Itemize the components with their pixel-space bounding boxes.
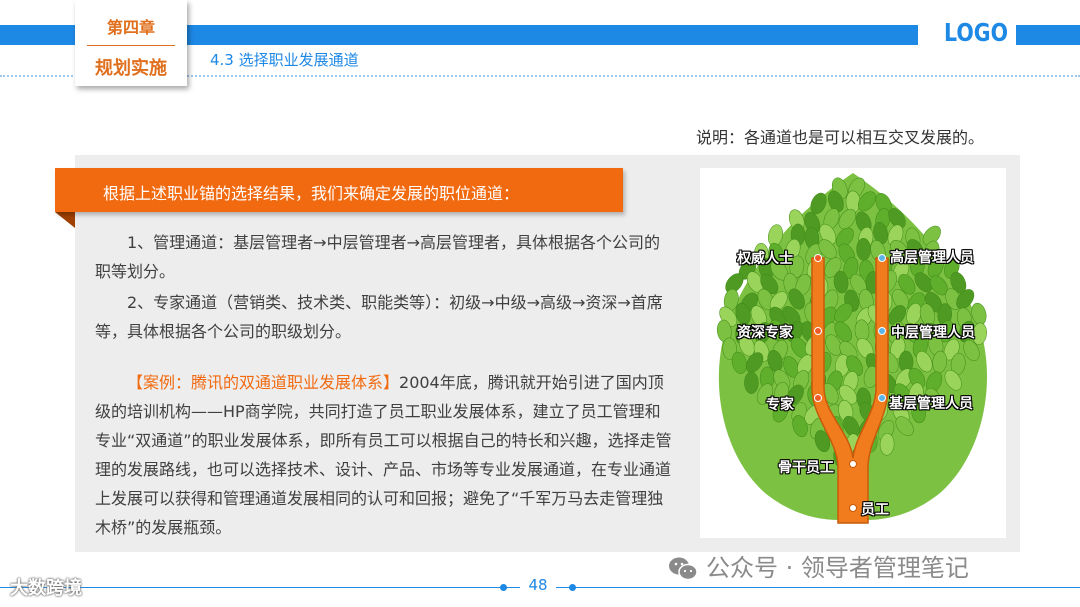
label-employee: 员工 — [861, 502, 889, 518]
case-title: 【案例：腾讯的双通道职业发展体系】 — [127, 373, 400, 392]
paragraph-expert-text: 2、专家通道（营销类、技术类、职能类等）：初级→中级→高级→资深→首席等，具体根… — [95, 293, 663, 341]
wechat-icon — [669, 557, 698, 581]
banner-text: 根据上述职业锚的选择结果，我们来确定发展的职位通道： — [103, 184, 520, 203]
leaf — [744, 371, 759, 394]
paragraph-management-text: 1、管理通道：基层管理者→中层管理者→高层管理者，具体根据各个公司的职等划分。 — [95, 233, 660, 281]
label-senior-mgmt: 高层管理人员 — [890, 250, 974, 266]
watermark-right: 公众号 · 领导者管理笔记 — [668, 548, 969, 583]
paragraph-case: 【案例：腾讯的双通道职业发展体系】2004年底，腾讯就开始引进了国内顶级的培训机… — [95, 368, 675, 542]
banner: 根据上述职业锚的选择结果，我们来确定发展的职位通道： — [55, 168, 623, 212]
label-authority: 权威人士 — [737, 251, 793, 267]
node-senior-expert — [814, 327, 822, 335]
label-backbone: 骨干员工 — [778, 460, 834, 476]
label-junior-mgmt: 基层管理人员 — [889, 396, 973, 412]
watermark-right-text: 公众号 · 领导者管理笔记 — [706, 554, 969, 582]
paragraph-expert-channel: 2、专家通道（营销类、技术类、职能类等）：初级→中级→高级→资深→首席等，具体根… — [95, 288, 675, 346]
node-middle-mgmt — [878, 327, 886, 335]
tree-graphic — [716, 173, 987, 524]
node-senior-mgmt — [878, 254, 886, 262]
footer-dot-left — [500, 584, 507, 591]
label-senior-expert: 资深专家 — [737, 325, 793, 341]
node-employee — [849, 504, 857, 512]
node-authority — [814, 254, 822, 262]
node-backbone — [849, 460, 857, 468]
chapter-label: 第四章 — [106, 18, 155, 37]
paragraph-management-channel: 1、管理通道：基层管理者→中层管理者→高层管理者，具体根据各个公司的职等划分。 — [95, 228, 675, 286]
header-bar-right — [1016, 25, 1080, 45]
banner-fold — [55, 212, 75, 228]
career-tree-illustration: 权威人士 资深专家 专家 骨干员工 员工 高层管理人员 中层管理人员 基层管理人… — [700, 168, 1006, 538]
page-number: 48 — [520, 576, 556, 594]
label-middle-mgmt: 中层管理人员 — [891, 325, 975, 341]
chapter-box: 第四章 规划实施 — [75, 0, 187, 86]
footer-dot-right — [569, 584, 576, 591]
case-body: 2004年底，腾讯就开始引进了国内顶级的培训机构——HP商学院，共同打造了员工职… — [95, 373, 672, 537]
leaf — [856, 238, 871, 261]
chapter-title: 规划实施 — [95, 58, 167, 79]
node-expert — [814, 394, 822, 402]
logo: LOGO — [944, 18, 1009, 47]
section-title: 4.3 选择职业发展通道 — [210, 51, 359, 69]
node-junior-mgmt — [878, 394, 886, 402]
chapter-divider — [87, 45, 175, 46]
watermark-left: 大数跨境 — [10, 578, 82, 599]
note-text: 说明：各通道也是可以相互交叉发展的。 — [696, 128, 985, 147]
label-expert: 专家 — [766, 397, 794, 413]
